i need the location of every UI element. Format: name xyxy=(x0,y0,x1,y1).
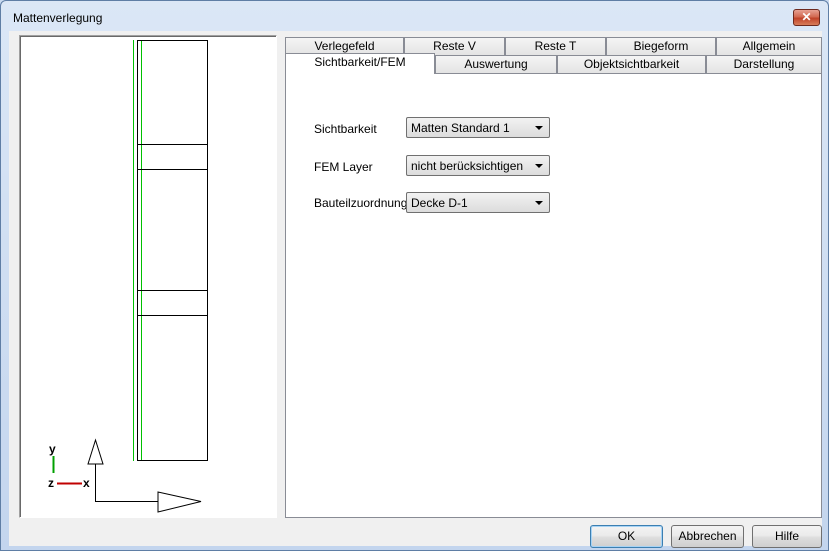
z-axis-label: z xyxy=(48,476,54,490)
chevron-down-icon xyxy=(535,126,543,130)
sichtbarkeit-value: Matten Standard 1 xyxy=(411,121,510,135)
tab-sichtbarkeit-fem[interactable]: Sichtbarkeit/FEM xyxy=(285,53,435,74)
x-axis-label: x xyxy=(83,476,90,490)
fem-layer-dropdown[interactable]: nicht berücksichtigen xyxy=(406,155,550,176)
tab-reste-t[interactable]: Reste T xyxy=(505,37,606,56)
fem-layer-label: FEM Layer xyxy=(314,160,373,174)
ok-button[interactable]: OK xyxy=(590,525,663,548)
bauteilzuordnung-dropdown[interactable]: Decke D-1 xyxy=(406,192,550,213)
chevron-down-icon xyxy=(535,201,543,205)
vertical-arrow-head xyxy=(87,438,104,465)
help-button[interactable]: Hilfe xyxy=(752,525,822,548)
bauteilzuordnung-value: Decke D-1 xyxy=(411,196,468,210)
title-bar: Mattenverlegung ✕ xyxy=(1,1,828,31)
mesh-preview-panel: y z x xyxy=(19,35,277,518)
dialog-window: Mattenverlegung ✕ y z x Verlegefeld Rest… xyxy=(0,0,829,551)
close-button[interactable]: ✕ xyxy=(793,9,820,26)
tab-objektsichtbarkeit[interactable]: Objektsichtbarkeit xyxy=(557,55,706,74)
tab-auswertung[interactable]: Auswertung xyxy=(435,55,557,74)
mat-outline xyxy=(137,40,208,461)
fem-layer-value: nicht berücksichtigen xyxy=(411,159,524,173)
dialog-client-area: y z x Verlegefeld Reste V Reste T Biegef… xyxy=(9,31,822,548)
bauteilzuordnung-label: Bauteilzuordnung xyxy=(314,196,408,210)
tab-biegeform[interactable]: Biegeform xyxy=(606,37,716,56)
tab-darstellung[interactable]: Darstellung xyxy=(706,55,822,74)
cancel-button[interactable]: Abbrechen xyxy=(671,525,744,548)
tab-panel-sichtbarkeit-fem: Sichtbarkeit Matten Standard 1 FEM Layer… xyxy=(285,73,822,518)
horizontal-arrow-head xyxy=(157,491,202,513)
sichtbarkeit-label: Sichtbarkeit xyxy=(314,122,377,136)
window-title: Mattenverlegung xyxy=(13,11,103,25)
sichtbarkeit-dropdown[interactable]: Matten Standard 1 xyxy=(406,117,550,138)
mesh-preview-drawing: y z x xyxy=(48,40,208,513)
tab-allgemein[interactable]: Allgemein xyxy=(716,37,822,56)
tab-row-front: Sichtbarkeit/FEM Auswertung Objektsichtb… xyxy=(285,53,822,74)
chevron-down-icon xyxy=(535,164,543,168)
y-axis-label: y xyxy=(49,442,56,456)
